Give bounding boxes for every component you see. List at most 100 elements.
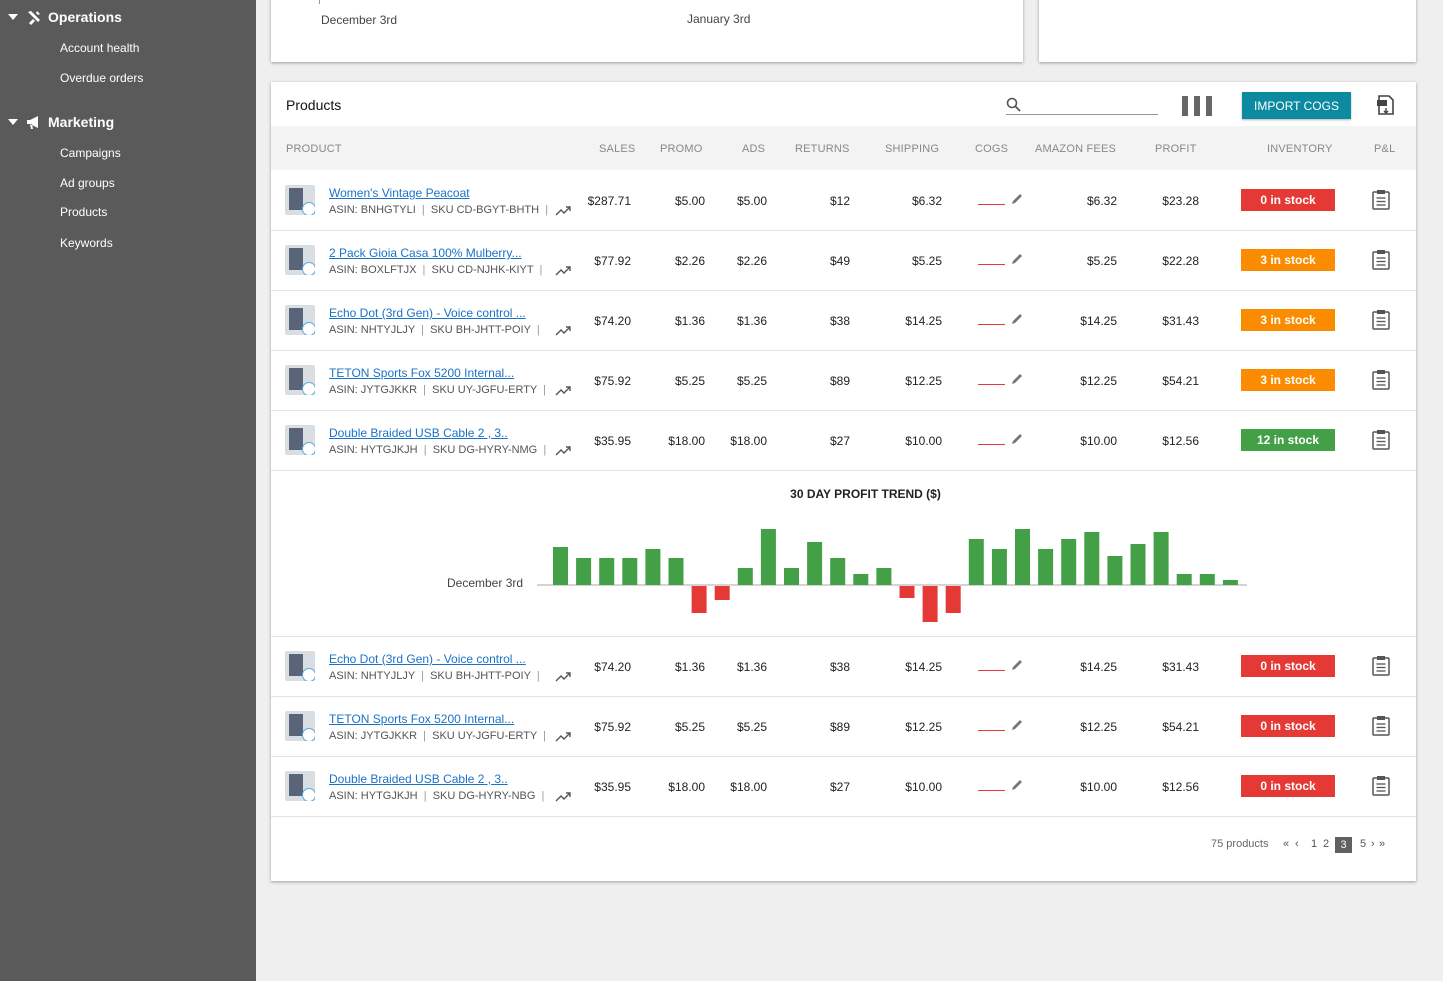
trend-chart-icon[interactable]	[555, 266, 571, 276]
export-file-icon[interactable]	[1374, 93, 1398, 117]
edit-pencil-icon[interactable]	[1011, 373, 1023, 385]
chart-bar	[853, 574, 869, 585]
first-page-icon[interactable]: «	[1283, 838, 1289, 850]
top-right-card	[1039, 0, 1416, 62]
page-current[interactable]: 3	[1335, 837, 1352, 853]
trend-chart-icon[interactable]	[555, 446, 571, 456]
col-shipping[interactable]: SHIPPING	[885, 143, 939, 155]
col-ads[interactable]: ADS	[742, 143, 765, 155]
cogs-empty-value	[978, 204, 1005, 205]
cell-shipping: $10.00	[905, 780, 942, 794]
nav-item-campaigns[interactable]: Campaigns	[60, 146, 121, 160]
cell-fees: $5.25	[1086, 254, 1117, 268]
meta-separator: |	[417, 444, 433, 456]
trend-chart-icon[interactable]	[555, 326, 571, 336]
nav-item-account-health[interactable]: Account health	[60, 41, 139, 55]
col-promo[interactable]: PROMO	[660, 143, 703, 155]
chart-bar	[622, 558, 638, 585]
nav-section-marketing[interactable]: Marketing	[0, 111, 114, 133]
edit-pencil-icon[interactable]	[1011, 433, 1023, 445]
clipboard-icon[interactable]	[1372, 249, 1390, 270]
cell-sales: $74.20	[594, 314, 631, 328]
col-amazon-fees[interactable]: AMAZON FEES	[1035, 143, 1116, 155]
cell-profit: $54.21	[1162, 720, 1199, 734]
chart-bar	[1038, 549, 1054, 585]
col-product[interactable]: PRODUCT	[286, 143, 342, 155]
cell-fees: $10.00	[1080, 434, 1117, 448]
cell-ads: $5.25	[736, 720, 767, 734]
prime-badge-icon	[302, 382, 315, 395]
cell-ads: $2.26	[736, 254, 767, 268]
product-name-link[interactable]: Double Braided USB Cable 2 , 3..	[329, 426, 508, 440]
product-name-link[interactable]: Women's Vintage Peacoat	[329, 186, 470, 200]
sku-text: SKU CD-BGYT-BHTH	[430, 204, 540, 216]
chart-bar	[668, 558, 684, 585]
cell-sales: $35.95	[594, 780, 631, 794]
chart-bar	[737, 568, 753, 585]
inventory-badge: 3 in stock	[1241, 309, 1335, 331]
nav-section-operations[interactable]: Operations	[0, 6, 122, 28]
nav-item-overdue-orders[interactable]: Overdue orders	[60, 71, 143, 85]
page-5[interactable]: 5	[1360, 838, 1366, 850]
prev-page-icon[interactable]: ‹	[1295, 838, 1299, 850]
cell-returns: $12	[829, 194, 850, 208]
product-name-link[interactable]: TETON Sports Fox 5200 Internal...	[329, 712, 514, 726]
clipboard-icon[interactable]	[1372, 655, 1390, 676]
edit-pencil-icon[interactable]	[1011, 779, 1023, 791]
inventory-badge: 0 in stock	[1241, 189, 1335, 211]
clipboard-icon[interactable]	[1372, 775, 1390, 796]
nav-section-label: Marketing	[48, 114, 115, 130]
trend-chart-icon[interactable]	[555, 732, 571, 742]
trend-chart-icon[interactable]	[555, 672, 571, 682]
cell-fees: $14.25	[1080, 314, 1117, 328]
product-name-link[interactable]: Double Braided USB Cable 2 , 3..	[329, 772, 508, 786]
asin-text: ASIN: JYTGJKKR	[329, 384, 418, 396]
meta-separator: |	[416, 264, 432, 276]
col-returns[interactable]: RETURNS	[795, 143, 850, 155]
chart-bar	[1015, 529, 1030, 585]
edit-pencil-icon[interactable]	[1011, 313, 1023, 325]
product-name-link[interactable]: Echo Dot (3rd Gen) - Voice control ...	[329, 306, 526, 320]
columns-icon[interactable]	[1182, 96, 1212, 116]
next-page-icon[interactable]: ›	[1371, 838, 1375, 850]
search-input[interactable]	[1006, 96, 1158, 115]
trend-chart-icon[interactable]	[555, 792, 571, 802]
col-profit[interactable]: PROFIT	[1155, 143, 1197, 155]
clipboard-icon[interactable]	[1372, 189, 1390, 210]
edit-pencil-icon[interactable]	[1011, 719, 1023, 731]
product-name-link[interactable]: 2 Pack Gioia Casa 100% Mulberry...	[329, 246, 522, 260]
page-2[interactable]: 2	[1323, 838, 1329, 850]
clipboard-icon[interactable]	[1372, 369, 1390, 390]
nav-item-keywords[interactable]: Keywords	[60, 236, 113, 250]
cell-profit: $31.43	[1162, 660, 1199, 674]
cell-returns: $27	[829, 780, 850, 794]
import-cogs-button[interactable]: IMPORT COGS	[1242, 92, 1351, 119]
nav-item-products[interactable]: Products	[60, 205, 107, 219]
edit-pencil-icon[interactable]	[1011, 659, 1023, 671]
col-cogs[interactable]: COGS	[975, 143, 1008, 155]
cell-returns: $89	[829, 720, 850, 734]
product-name-link[interactable]: TETON Sports Fox 5200 Internal...	[329, 366, 514, 380]
page-1[interactable]: 1	[1311, 838, 1317, 850]
clipboard-icon[interactable]	[1372, 429, 1390, 450]
chart-bar	[1153, 532, 1169, 585]
meta-separator: |	[417, 384, 433, 396]
inventory-badge: 3 in stock	[1241, 369, 1335, 391]
trend-chart-icon[interactable]	[555, 206, 571, 216]
chart-bar	[876, 568, 892, 585]
nav-item-ad-groups[interactable]: Ad groups	[60, 176, 115, 190]
product-name-link[interactable]: Echo Dot (3rd Gen) - Voice control ...	[329, 652, 526, 666]
clipboard-icon[interactable]	[1372, 715, 1390, 736]
clipboard-icon[interactable]	[1372, 309, 1390, 330]
product-thumbnail	[285, 425, 315, 455]
edit-pencil-icon[interactable]	[1011, 253, 1023, 265]
col-pnl[interactable]: P&L	[1374, 143, 1395, 155]
col-sales[interactable]: SALES	[599, 143, 635, 155]
trend-chart-icon[interactable]	[555, 386, 571, 396]
chart-x-label: December 3rd	[447, 576, 524, 590]
last-page-icon[interactable]: »	[1379, 838, 1385, 850]
edit-pencil-icon[interactable]	[1011, 193, 1023, 205]
cell-sales: $75.92	[594, 374, 631, 388]
col-inventory[interactable]: INVENTORY	[1267, 143, 1333, 155]
product-meta: ASIN: BNHGTYLI | SKU CD-BGYT-BHTH |	[329, 204, 548, 216]
